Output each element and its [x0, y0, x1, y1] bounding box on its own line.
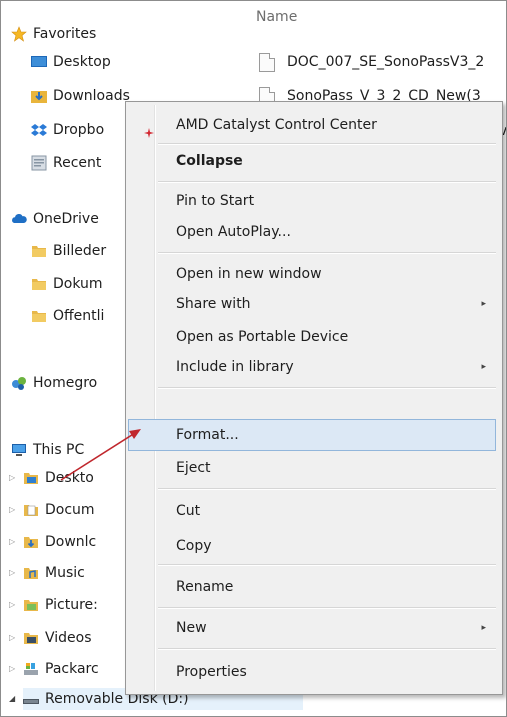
folder-icon	[31, 243, 47, 259]
folder-icon	[31, 276, 47, 292]
submenu-arrow-icon: ▸	[481, 299, 486, 309]
computer-icon	[11, 442, 27, 458]
menu-item-label: Eject	[176, 460, 211, 476]
nav-label: Downlc	[45, 534, 97, 550]
removable-disk-icon	[23, 691, 39, 707]
expand-chevron-icon[interactable]: ▷	[9, 658, 15, 680]
nav-label: Favorites	[33, 26, 97, 42]
menu-item-label: Cut	[176, 503, 201, 519]
drive-icon	[23, 661, 39, 677]
menu-separator	[158, 648, 496, 650]
nav-label: Desktop	[53, 54, 111, 70]
menu-item-label: Rename	[176, 579, 234, 595]
menu-item-new[interactable]: New ▸	[128, 613, 498, 643]
nav-label: Docum	[45, 502, 95, 518]
menu-item-label: Format...	[176, 427, 239, 443]
menu-item-label: Pin to Start	[176, 193, 255, 209]
nav-label: This PC	[33, 442, 85, 458]
menu-item-copy[interactable]: Copy	[128, 531, 498, 561]
file-name: DOC_007_SE_SonoPassV3_2	[287, 54, 485, 70]
menu-separator	[158, 181, 496, 183]
menu-separator	[158, 564, 496, 566]
menu-item-label: Copy	[176, 538, 212, 554]
nav-label: Downloads	[53, 88, 130, 104]
nav-label: Deskto	[45, 470, 94, 486]
menu-item-eject[interactable]: Eject	[128, 453, 498, 483]
menu-item-rename[interactable]: Rename	[128, 572, 498, 602]
nav-label: Videos	[45, 630, 92, 646]
submenu-arrow-icon: ▸	[481, 362, 486, 372]
desktop-icon	[31, 54, 47, 70]
expand-chevron-icon[interactable]: ▷	[9, 531, 15, 553]
menu-item-label: Open as Portable Device	[176, 329, 349, 345]
menu-separator	[158, 607, 496, 609]
menu-item-share-with[interactable]: Share with ▸	[128, 289, 498, 319]
submenu-arrow-icon: ▸	[481, 623, 486, 633]
menu-item-label: New	[176, 620, 207, 636]
dropbox-icon	[31, 122, 47, 138]
menu-item-open-autoplay[interactable]: Open AutoPlay...	[128, 217, 498, 247]
homegroup-icon	[11, 375, 27, 391]
menu-item-cut[interactable]: Cut	[128, 496, 498, 526]
nav-label: Packarc	[45, 661, 99, 677]
nav-label: Offentli	[53, 308, 105, 324]
nav-label: Billeder	[53, 243, 107, 259]
menu-separator	[158, 252, 496, 254]
downloads-folder-icon	[23, 534, 39, 550]
nav-label: Music	[45, 565, 85, 581]
amd-catalyst-icon	[144, 119, 154, 138]
recent-places-icon	[31, 155, 47, 171]
expand-chevron-icon[interactable]: ▷	[9, 627, 15, 649]
menu-item-properties[interactable]: Properties	[128, 657, 498, 687]
menu-item-include-in-library[interactable]: Include in library ▸	[128, 352, 498, 382]
star-icon	[11, 26, 27, 42]
context-menu: AMD Catalyst Control Center Collapse Pin…	[125, 101, 503, 695]
nav-label: Homegro	[33, 375, 98, 391]
menu-item-open-new-window[interactable]: Open in new window	[128, 259, 498, 289]
downloads-folder-icon	[31, 88, 47, 104]
expand-chevron-icon[interactable]: ▷	[9, 562, 15, 584]
expand-chevron-icon[interactable]: ▷	[9, 499, 15, 521]
nav-label: OneDrive	[33, 211, 99, 227]
nav-label: Recent	[53, 155, 102, 171]
music-folder-icon	[23, 565, 39, 581]
nav-label: Dropbo	[53, 122, 105, 138]
desktop-folder-icon	[23, 470, 39, 486]
pictures-folder-icon	[23, 597, 39, 613]
collapse-chevron-icon[interactable]: ◢	[9, 688, 15, 710]
menu-item-pin-to-start[interactable]: Pin to Start	[128, 186, 498, 216]
menu-item-label: Properties	[176, 664, 247, 680]
folder-icon	[31, 308, 47, 324]
videos-folder-icon	[23, 630, 39, 646]
menu-item-label: AMD Catalyst Control Center	[176, 117, 377, 133]
expand-chevron-icon[interactable]: ▷	[9, 467, 15, 489]
menu-separator	[158, 387, 496, 389]
nav-label: Dokum	[53, 276, 103, 292]
nav-label: Picture:	[45, 597, 98, 613]
menu-separator	[158, 143, 496, 145]
file-explorer-window: Name DOC_007_SE_SonoPassV3_2 SonoPass_V_…	[0, 0, 507, 717]
expand-chevron-icon[interactable]: ▷	[9, 594, 15, 616]
menu-item-format[interactable]: Format...	[128, 419, 496, 451]
menu-item-label: Collapse	[176, 153, 243, 169]
menu-item-label: Open in new window	[176, 266, 322, 282]
menu-item-label: Include in library	[176, 359, 294, 375]
menu-item-open-as-portable-device[interactable]: Open as Portable Device	[128, 322, 498, 352]
menu-item-label: Open AutoPlay...	[176, 224, 291, 240]
menu-item-amd-catalyst[interactable]: AMD Catalyst Control Center	[128, 110, 498, 140]
menu-item-collapse[interactable]: Collapse	[128, 146, 498, 176]
menu-item-label: Share with	[176, 296, 251, 312]
documents-folder-icon	[23, 502, 39, 518]
onedrive-cloud-icon	[11, 211, 27, 227]
menu-separator	[158, 488, 496, 490]
